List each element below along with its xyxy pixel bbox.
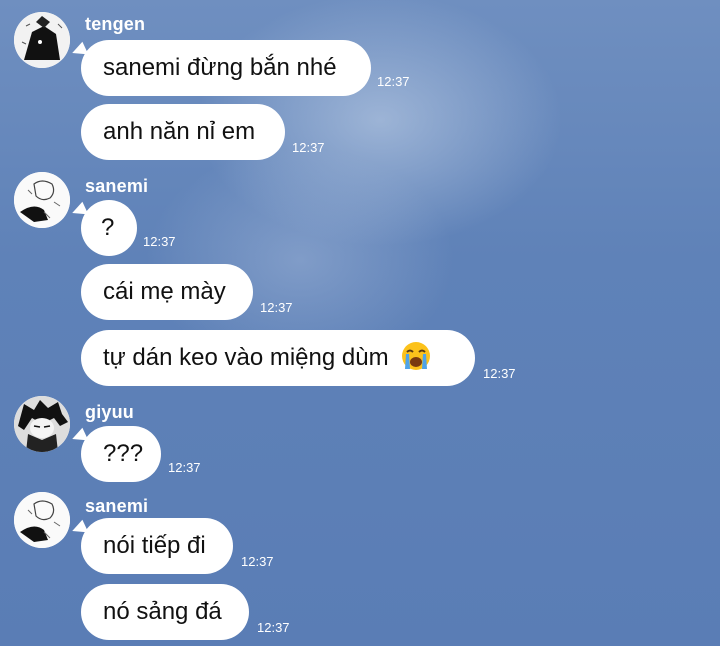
bubble-tail (69, 519, 89, 539)
loudly-crying-face-icon (402, 342, 431, 370)
sender-name: tengen (85, 14, 146, 34)
sender-name: sanemi (85, 176, 149, 196)
message-time: 12:37 (292, 140, 325, 155)
sender-name: giyuu (85, 402, 134, 422)
bubble-tail (69, 201, 89, 221)
message-text: ??? (103, 440, 144, 467)
bubble-tail (69, 41, 89, 61)
message-time: 12:37 (260, 300, 293, 315)
avatar-tengen[interactable] (14, 12, 70, 68)
message-text: ? (101, 214, 115, 241)
avatar-sanemi[interactable] (14, 492, 70, 548)
message-time: 12:37 (143, 234, 176, 249)
message-text: anh năn nỉ em (103, 118, 256, 145)
message-text: nó sảng đá (103, 598, 222, 625)
message-bubble[interactable]: anh năn nỉ em (81, 104, 285, 160)
message-bubble[interactable]: ??? (69, 426, 161, 482)
message-bubble[interactable]: tự dán keo vào miệng dùm (81, 330, 475, 386)
message-time: 12:37 (241, 554, 274, 569)
message-bubble[interactable]: ? (69, 200, 137, 256)
message-text: cái mẹ mày (103, 278, 226, 305)
message-text: nói tiếp đi (103, 532, 206, 559)
message-bubble[interactable]: nói tiếp đi (69, 518, 233, 574)
message-time: 12:37 (483, 366, 516, 381)
message-bubble[interactable]: sanemi đừng bắn nhé (69, 40, 371, 96)
message-text: tự dán keo vào miệng dùm (103, 344, 389, 371)
avatar-giyuu[interactable] (14, 396, 70, 452)
bubble-tail (69, 427, 89, 447)
avatar-sanemi[interactable] (14, 172, 70, 228)
message-time: 12:37 (377, 74, 410, 89)
message-text: sanemi đừng bắn nhé (103, 54, 337, 81)
message-bubble[interactable]: nó sảng đá (81, 584, 249, 640)
sender-name: sanemi (85, 496, 149, 516)
message-time: 12:37 (257, 620, 290, 635)
message-bubble[interactable]: cái mẹ mày (81, 264, 253, 320)
message-time: 12:37 (168, 460, 201, 475)
